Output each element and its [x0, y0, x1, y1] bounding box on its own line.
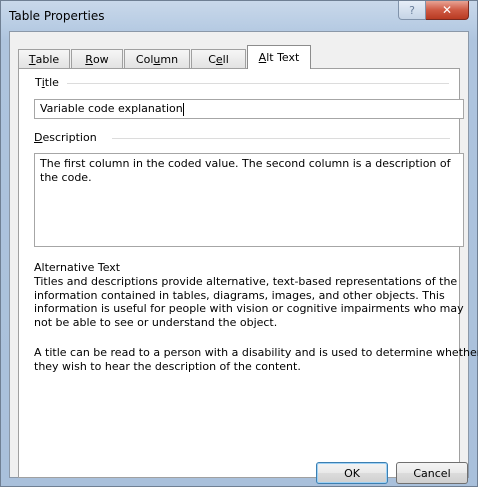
tab-row[interactable]: Row — [71, 49, 123, 69]
tab-column[interactable]: Col u mn — [124, 49, 190, 69]
title-input[interactable]: Variable code explanation — [34, 99, 464, 119]
alternative-text-heading: Alternative Text — [34, 261, 121, 274]
description-divider — [112, 138, 450, 139]
tab-table[interactable]: Table — [18, 49, 70, 69]
table-properties-dialog: Table Properties ? ✕ Table Row Col u mn Ce… — [0, 0, 478, 487]
tab-cell[interactable]: Ce ll — [191, 49, 246, 69]
title-divider — [67, 83, 449, 84]
title-bar-buttons: ? ✕ — [398, 1, 469, 20]
text-caret — [182, 102, 184, 116]
alternative-text-info: Titles and descriptions provide alternat… — [34, 275, 464, 329]
description-label: Description — [34, 131, 97, 144]
close-button[interactable]: ✕ — [426, 1, 469, 20]
cancel-button[interactable]: Cancel — [396, 462, 468, 484]
description-textarea[interactable]: The first column in the coded value. The… — [34, 153, 464, 247]
tab-strip: Table Row Col u mn Ce ll Alt Text — [18, 45, 312, 69]
title-bar[interactable]: Table Properties ? ✕ — [1, 1, 477, 31]
help-button[interactable]: ? — [398, 1, 426, 20]
title-label: Ti tle — [35, 76, 59, 89]
dialog-body: Table Row Col u mn Ce ll Alt Text Ti tle Var… — [9, 31, 478, 478]
ok-button[interactable]: OK — [316, 462, 388, 484]
close-icon: ✕ — [441, 3, 453, 17]
tab-alt-text[interactable]: Alt Text — [247, 45, 311, 69]
alternative-text-note: A title can be read to a person with a d… — [34, 346, 478, 373]
dialog-title: Table Properties — [9, 9, 105, 23]
help-icon: ? — [409, 3, 415, 17]
